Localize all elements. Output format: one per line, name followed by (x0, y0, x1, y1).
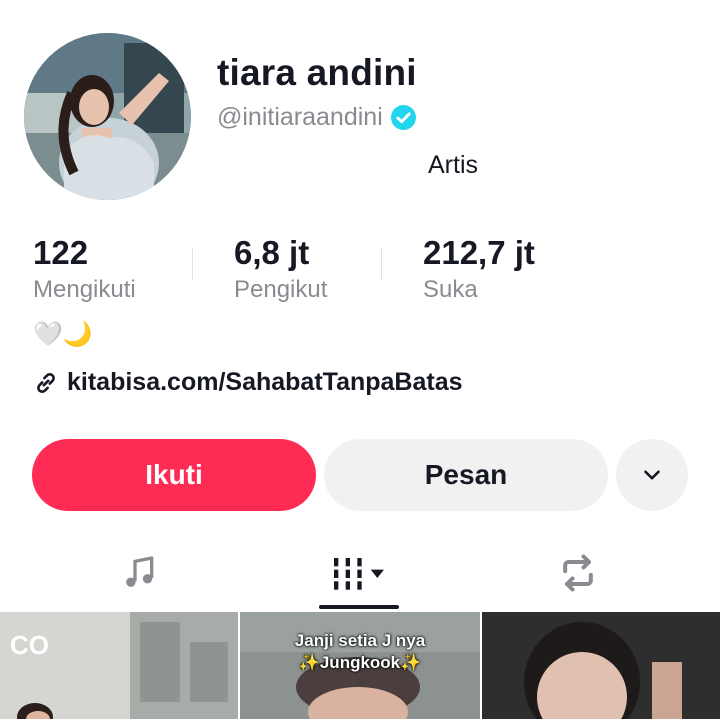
stat-likes-value: 212,7 jt (423, 234, 535, 271)
message-button[interactable]: Pesan (324, 439, 608, 511)
active-tab-indicator (319, 605, 399, 609)
video-thumbnail[interactable]: CO (0, 612, 238, 719)
repost-icon (563, 554, 593, 592)
stat-divider (192, 248, 193, 280)
verified-badge-icon (390, 105, 416, 130)
profile-category: Artis (428, 151, 478, 179)
thumbnail-image (0, 612, 238, 719)
caret-down-icon (370, 569, 384, 578)
stat-likes[interactable]: 212,7 jt Suka (423, 235, 535, 307)
profile-avatar[interactable] (24, 33, 191, 200)
thumbnail-caption-line1: Janji setia J nya (294, 631, 426, 650)
bio-emoji: 🤍🌙 (33, 320, 93, 348)
grid-icon (334, 558, 384, 590)
stat-likes-label: Suka (423, 276, 478, 303)
thumbnail-badge: CO (10, 630, 49, 660)
tab-music[interactable] (100, 548, 180, 598)
more-options-button[interactable] (616, 439, 688, 511)
stat-followers-label: Pengikut (234, 276, 328, 303)
video-thumbnail[interactable]: Janji setia J nya ✨Jungkook✨ (240, 612, 480, 719)
stat-following-value: 122 (33, 234, 89, 271)
avatar-image (24, 33, 191, 200)
music-note-icon (126, 556, 154, 587)
thumbnail-image (482, 612, 720, 719)
chevron-down-icon (644, 470, 660, 480)
profile-link[interactable]: kitabisa.com/SahabatTanpaBatas (33, 368, 463, 397)
profile-link-text[interactable]: kitabisa.com/SahabatTanpaBatas (67, 368, 463, 397)
profile-handle: @initiaraandini (217, 103, 383, 131)
link-icon (37, 372, 55, 393)
stat-following-label: Mengikuti (33, 276, 136, 303)
video-thumbnail[interactable] (482, 612, 720, 719)
stat-followers-value: 6,8 jt (234, 234, 310, 271)
thumbnail-caption-line2: ✨Jungkook✨ (298, 653, 422, 672)
tab-reposts[interactable] (538, 548, 618, 598)
profile-name: tiara andini (217, 52, 417, 93)
tab-videos[interactable] (319, 548, 399, 598)
handle-row: @initiaraandini (217, 103, 416, 132)
stat-divider (381, 248, 382, 280)
stat-following[interactable]: 122 Mengikuti (33, 235, 136, 307)
follow-button[interactable]: Ikuti (32, 439, 316, 511)
stat-followers[interactable]: 6,8 jt Pengikut (234, 235, 327, 307)
